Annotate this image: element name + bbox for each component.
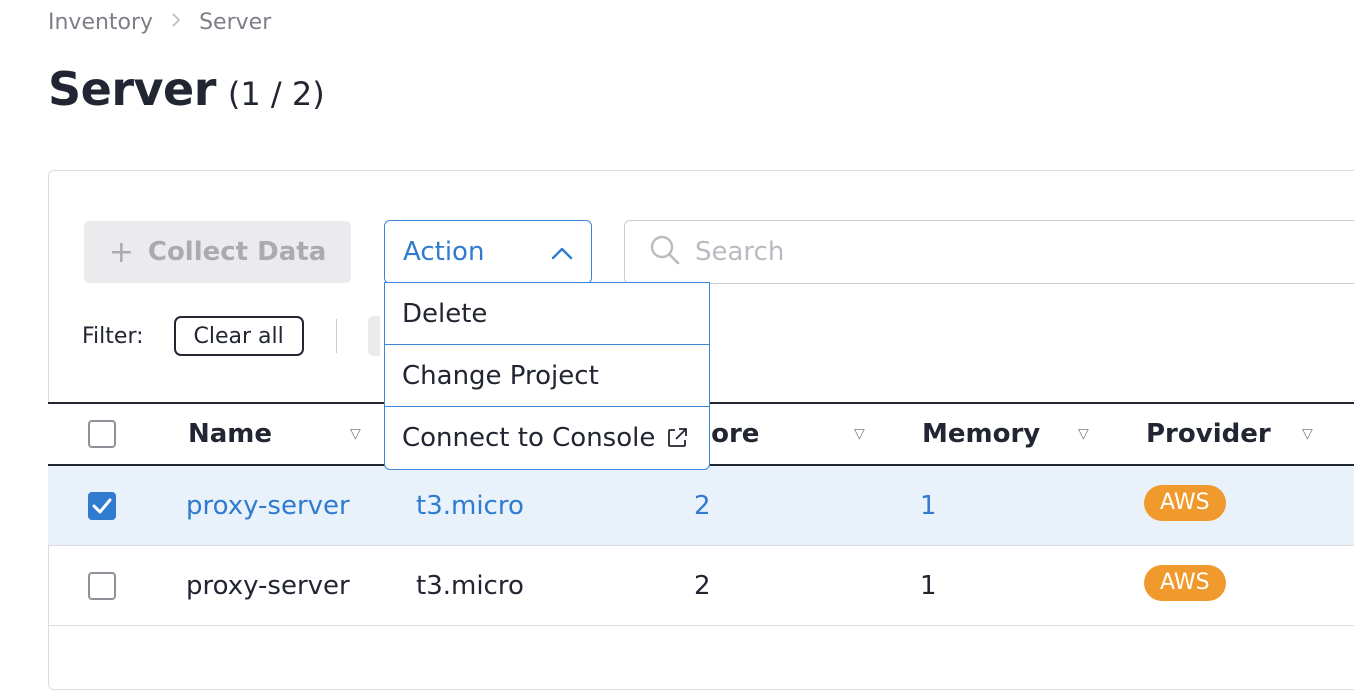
provider-cell: AWS: [1144, 546, 1226, 625]
sort-icon[interactable]: ▽: [1302, 404, 1313, 464]
search-icon: [649, 234, 681, 270]
action-dropdown-button[interactable]: Action: [384, 220, 592, 284]
instance-type-cell: t3.micro: [416, 490, 524, 521]
menu-item-delete[interactable]: Delete: [385, 283, 709, 345]
column-header-name[interactable]: Name: [188, 404, 272, 464]
server-name-cell[interactable]: proxy-server: [186, 546, 350, 625]
table-row[interactable]: proxy-server t3.micro 2 1 AWS: [48, 546, 1354, 626]
chevron-right-icon: [171, 12, 181, 33]
menu-item-connect-to-console[interactable]: Connect to Console: [385, 407, 709, 469]
check-icon: [92, 498, 112, 513]
sort-icon[interactable]: ▽: [1078, 404, 1089, 464]
filter-row: Filter: Clear all: [82, 316, 380, 356]
plus-icon: +: [108, 234, 134, 270]
column-header-provider[interactable]: Provider: [1146, 404, 1271, 464]
provider-cell: AWS: [1144, 466, 1226, 545]
row-checkbox[interactable]: [88, 571, 116, 600]
sort-icon[interactable]: ▽: [854, 404, 865, 464]
filter-label: Filter:: [82, 323, 144, 349]
provider-badge: AWS: [1144, 564, 1226, 601]
page-title: Server (1 / 2): [48, 62, 325, 116]
select-all-cell: [88, 404, 116, 464]
instance-type-cell: t3.micro: [416, 570, 524, 601]
action-label: Action: [403, 237, 485, 267]
menu-item-label: Delete: [402, 298, 488, 329]
filter-tag[interactable]: [367, 316, 380, 356]
collect-data-label: Collect Data: [147, 237, 327, 267]
row-checkbox[interactable]: [88, 491, 116, 520]
search-input[interactable]: [695, 237, 1295, 267]
external-link-icon: [668, 428, 688, 447]
collect-data-button[interactable]: + Collect Data: [84, 221, 351, 283]
core-cell: 2: [694, 570, 711, 601]
core-cell: 2: [694, 490, 711, 521]
server-name-link[interactable]: proxy-server: [186, 466, 350, 545]
row-select-cell: [88, 466, 116, 545]
memory-cell: 1: [920, 570, 937, 601]
breadcrumb-inventory[interactable]: Inventory: [48, 10, 153, 35]
search-box: [624, 220, 1354, 284]
breadcrumb: Inventory Server: [48, 10, 271, 35]
row-select-cell: [88, 546, 116, 625]
selection-count: (1 / 2): [227, 75, 325, 113]
memory-cell: 1: [920, 490, 937, 521]
menu-item-label: Change Project: [402, 360, 599, 391]
menu-item-label: Connect to Console: [402, 423, 656, 453]
sort-icon[interactable]: ▽: [350, 404, 361, 464]
page-title-text: Server: [48, 62, 216, 116]
breadcrumb-server: Server: [199, 10, 272, 35]
chevron-up-icon: [551, 237, 573, 267]
select-all-checkbox[interactable]: [88, 420, 116, 448]
action-menu: Delete Change Project Connect to Console: [384, 282, 710, 470]
provider-badge: AWS: [1144, 484, 1226, 521]
table-row[interactable]: proxy-server t3.micro 2 1 AWS: [48, 466, 1354, 546]
clear-all-button[interactable]: Clear all: [173, 316, 304, 356]
menu-item-change-project[interactable]: Change Project: [385, 345, 709, 407]
filter-divider: [335, 319, 337, 353]
column-header-memory[interactable]: Memory: [922, 404, 1040, 464]
